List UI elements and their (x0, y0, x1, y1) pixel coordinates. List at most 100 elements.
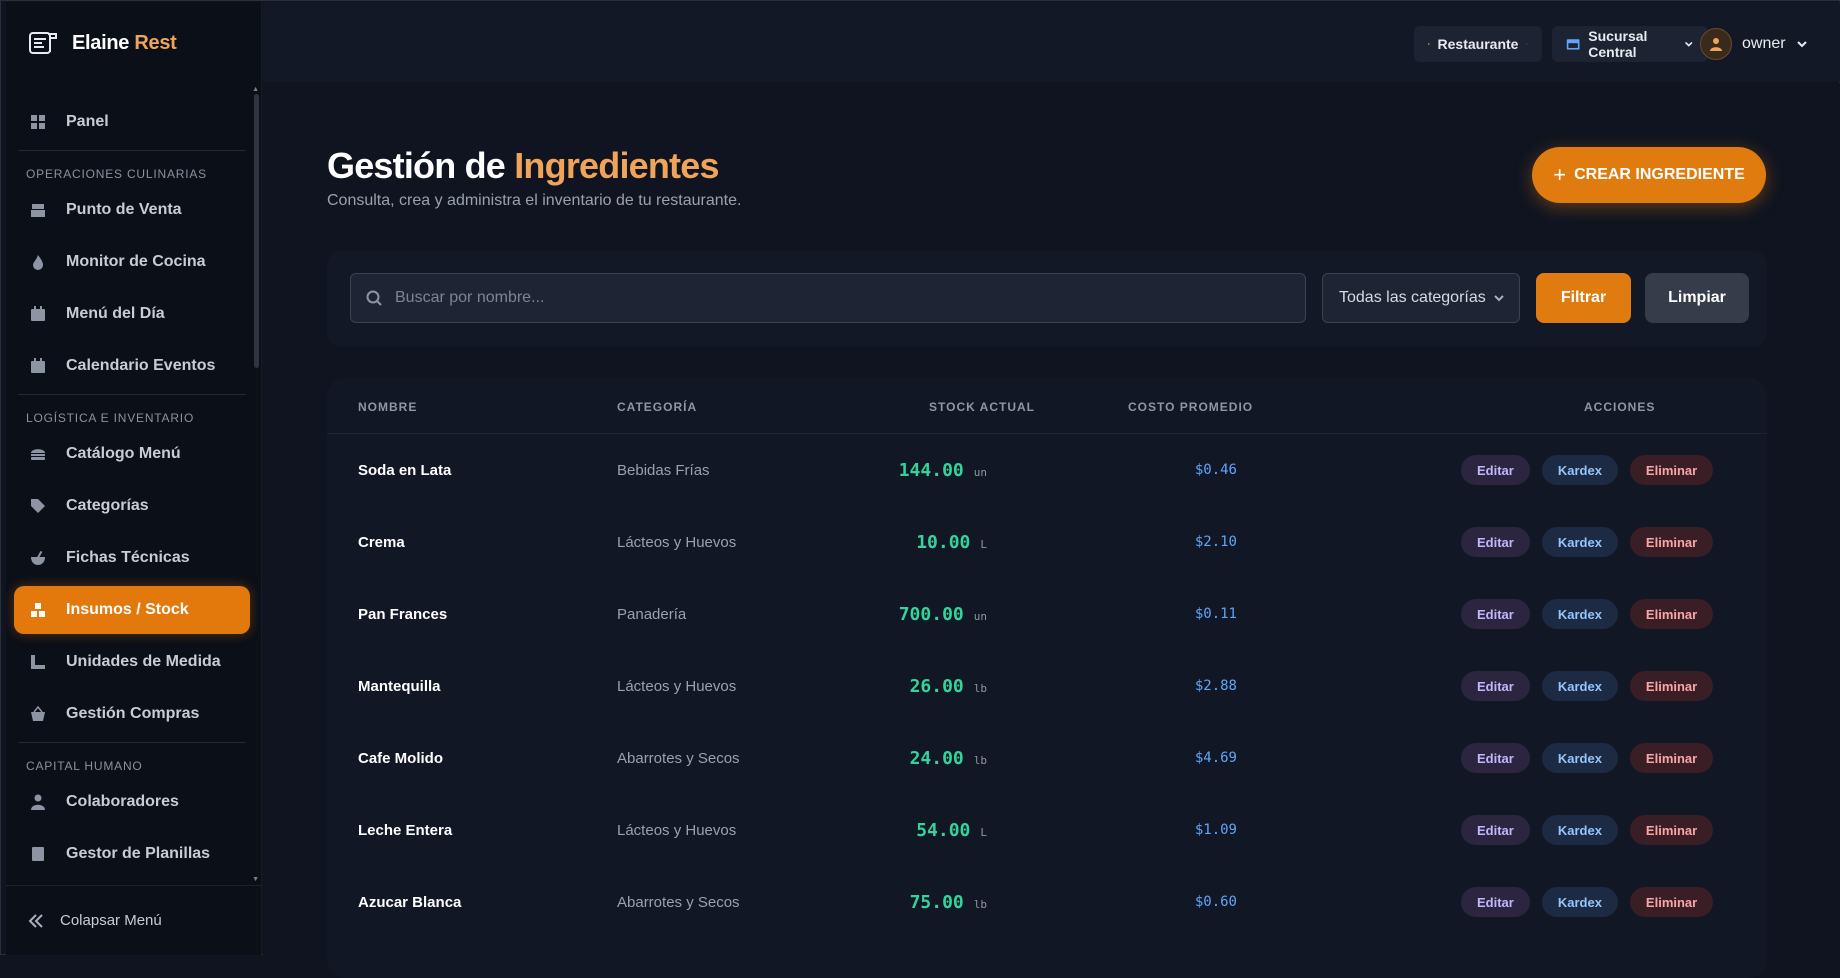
ruler-icon (30, 654, 46, 670)
sidebar-item-categorias[interactable]: Categorías (14, 482, 250, 530)
edit-button[interactable]: Editar (1461, 815, 1530, 845)
scroll-up-arrow[interactable]: ▲ (252, 86, 259, 93)
stock-value: 54.00 (916, 820, 970, 841)
mortar-icon (30, 550, 46, 566)
sidebar-item-colaboradores[interactable]: Colaboradores (14, 778, 250, 826)
row-actions: Editar Kardex Eliminar (1461, 722, 1713, 794)
ingredient-name: Crema (358, 506, 405, 578)
row-actions: Editar Kardex Eliminar (1461, 650, 1713, 722)
table-header: NOMBRE CATEGORÍA STOCK ACTUAL COSTO PROM… (327, 378, 1767, 434)
delete-button[interactable]: Eliminar (1630, 743, 1713, 773)
kardex-button[interactable]: Kardex (1542, 527, 1618, 557)
sidebar-item-calendario-eventos[interactable]: Calendario Eventos (14, 342, 250, 390)
search-input[interactable] (395, 289, 1275, 307)
ingredient-category: Lácteos y Huevos (617, 506, 736, 578)
page-subtitle: Consulta, crea y administra el inventari… (327, 192, 741, 210)
average-cost: $2.10 (1195, 506, 1237, 578)
delete-button[interactable]: Eliminar (1630, 887, 1713, 917)
user-menu[interactable]: owner (1700, 26, 1808, 62)
sidebar-item-label: Fichas Técnicas (66, 549, 190, 567)
store-icon (1566, 37, 1580, 51)
stock-value: 700.00 (899, 604, 964, 625)
branch-label: Sucursal Central (1588, 28, 1676, 60)
sidebar-item-unidades-de-medida[interactable]: Unidades de Medida (14, 638, 250, 686)
header-actions: ACCIONES (1584, 400, 1655, 414)
sidebar-item-insumos-stock[interactable]: Insumos / Stock (14, 586, 250, 634)
create-ingredient-button[interactable]: + CREAR INGREDIENTE (1532, 147, 1766, 203)
sidebar-item-label: Menú del Día (66, 305, 165, 323)
ingredient-name: Leche Entera (358, 794, 452, 866)
brand[interactable]: Elaine Rest (6, 2, 261, 84)
sidebar-item-punto-de-venta[interactable]: Punto de Venta (14, 186, 250, 234)
boxes-icon (30, 602, 46, 618)
stock-unit: un (974, 466, 987, 479)
header-category: CATEGORÍA (617, 400, 697, 414)
ingredient-category: Panadería (617, 578, 686, 650)
sidebar-item-monitor-de-cocina[interactable]: Monitor de Cocina (14, 238, 250, 286)
edit-button[interactable]: Editar (1461, 887, 1530, 917)
stock-value: 26.00 (910, 676, 964, 697)
kardex-button[interactable]: Kardex (1542, 599, 1618, 629)
ingredient-name: Cafe Molido (358, 722, 443, 794)
branch-dropdown[interactable]: Sucursal Central (1552, 26, 1708, 62)
average-cost: $2.88 (1195, 650, 1237, 722)
header-name: NOMBRE (358, 400, 417, 414)
table-body: Soda en Lata Bebidas Frías 144.00 un $0.… (327, 434, 1767, 938)
stock-unit: lb (974, 898, 987, 911)
edit-button[interactable]: Editar (1461, 527, 1530, 557)
edit-button[interactable]: Editar (1461, 743, 1530, 773)
stock-cell: 144.00 un (899, 434, 987, 506)
sidebar-item-catalogo-menu[interactable]: Catálogo Menú (14, 430, 250, 478)
flame-icon (30, 254, 46, 270)
grid-icon (30, 114, 46, 130)
sidebar-item-fichas-tecnicas[interactable]: Fichas Técnicas (14, 534, 250, 582)
edit-button[interactable]: Editar (1461, 455, 1530, 485)
delete-button[interactable]: Eliminar (1630, 527, 1713, 557)
sidebar-item-gestion-compras[interactable]: Gestión Compras (14, 690, 250, 738)
create-ingredient-label: CREAR INGREDIENTE (1574, 166, 1745, 184)
row-actions: Editar Kardex Eliminar (1461, 578, 1713, 650)
kardex-button[interactable]: Kardex (1542, 455, 1618, 485)
search-box[interactable] (350, 273, 1306, 323)
table-row: Cafe Molido Abarrotes y Secos 24.00 lb $… (327, 722, 1767, 794)
ingredient-name: Azucar Blanca (358, 866, 461, 938)
average-cost: $1.09 (1195, 794, 1237, 866)
sidebar-item-label: Gestión Compras (66, 705, 199, 723)
stock-unit: lb (974, 682, 987, 695)
delete-button[interactable]: Eliminar (1630, 599, 1713, 629)
stock-unit: L (980, 826, 987, 839)
logo-icon (28, 30, 58, 56)
kardex-button[interactable]: Kardex (1542, 887, 1618, 917)
kardex-button[interactable]: Kardex (1542, 743, 1618, 773)
clear-button[interactable]: Limpiar (1645, 273, 1749, 323)
stock-value: 144.00 (899, 460, 964, 481)
sidebar-section-heading: OPERACIONES CULINARIAS (18, 150, 246, 186)
restaurant-dropdown[interactable]: Restaurante (1414, 26, 1542, 62)
stock-cell: 54.00 L (916, 794, 987, 866)
row-actions: Editar Kardex Eliminar (1461, 866, 1713, 938)
sidebar-item-panel[interactable]: Panel (14, 98, 250, 146)
average-cost: $0.11 (1195, 578, 1237, 650)
sidebar-item-label: Calendario Eventos (66, 357, 215, 375)
delete-button[interactable]: Eliminar (1630, 455, 1713, 485)
ingredient-name: Pan Frances (358, 578, 447, 650)
sidebar-item-gestor-de-planillas[interactable]: Gestor de Planillas (14, 830, 250, 878)
delete-button[interactable]: Eliminar (1630, 671, 1713, 701)
category-select[interactable]: Todas las categorías (1322, 273, 1520, 323)
brand-name: Elaine Rest (72, 32, 177, 55)
avatar (1700, 28, 1732, 60)
edit-button[interactable]: Editar (1461, 671, 1530, 701)
filter-button[interactable]: Filtrar (1536, 273, 1631, 323)
collapse-menu-button[interactable]: Colapsar Menú (6, 885, 262, 955)
kardex-button[interactable]: Kardex (1542, 815, 1618, 845)
sidebar-item-menu-del-dia[interactable]: Menú del Día (14, 290, 250, 338)
ingredient-category: Abarrotes y Secos (617, 722, 740, 794)
row-actions: Editar Kardex Eliminar (1461, 794, 1713, 866)
ingredient-category: Lácteos y Huevos (617, 650, 736, 722)
edit-button[interactable]: Editar (1461, 599, 1530, 629)
stock-value: 24.00 (910, 748, 964, 769)
ingredient-category: Abarrotes y Secos (617, 866, 740, 938)
delete-button[interactable]: Eliminar (1630, 815, 1713, 845)
stock-value: 10.00 (916, 532, 970, 553)
kardex-button[interactable]: Kardex (1542, 671, 1618, 701)
